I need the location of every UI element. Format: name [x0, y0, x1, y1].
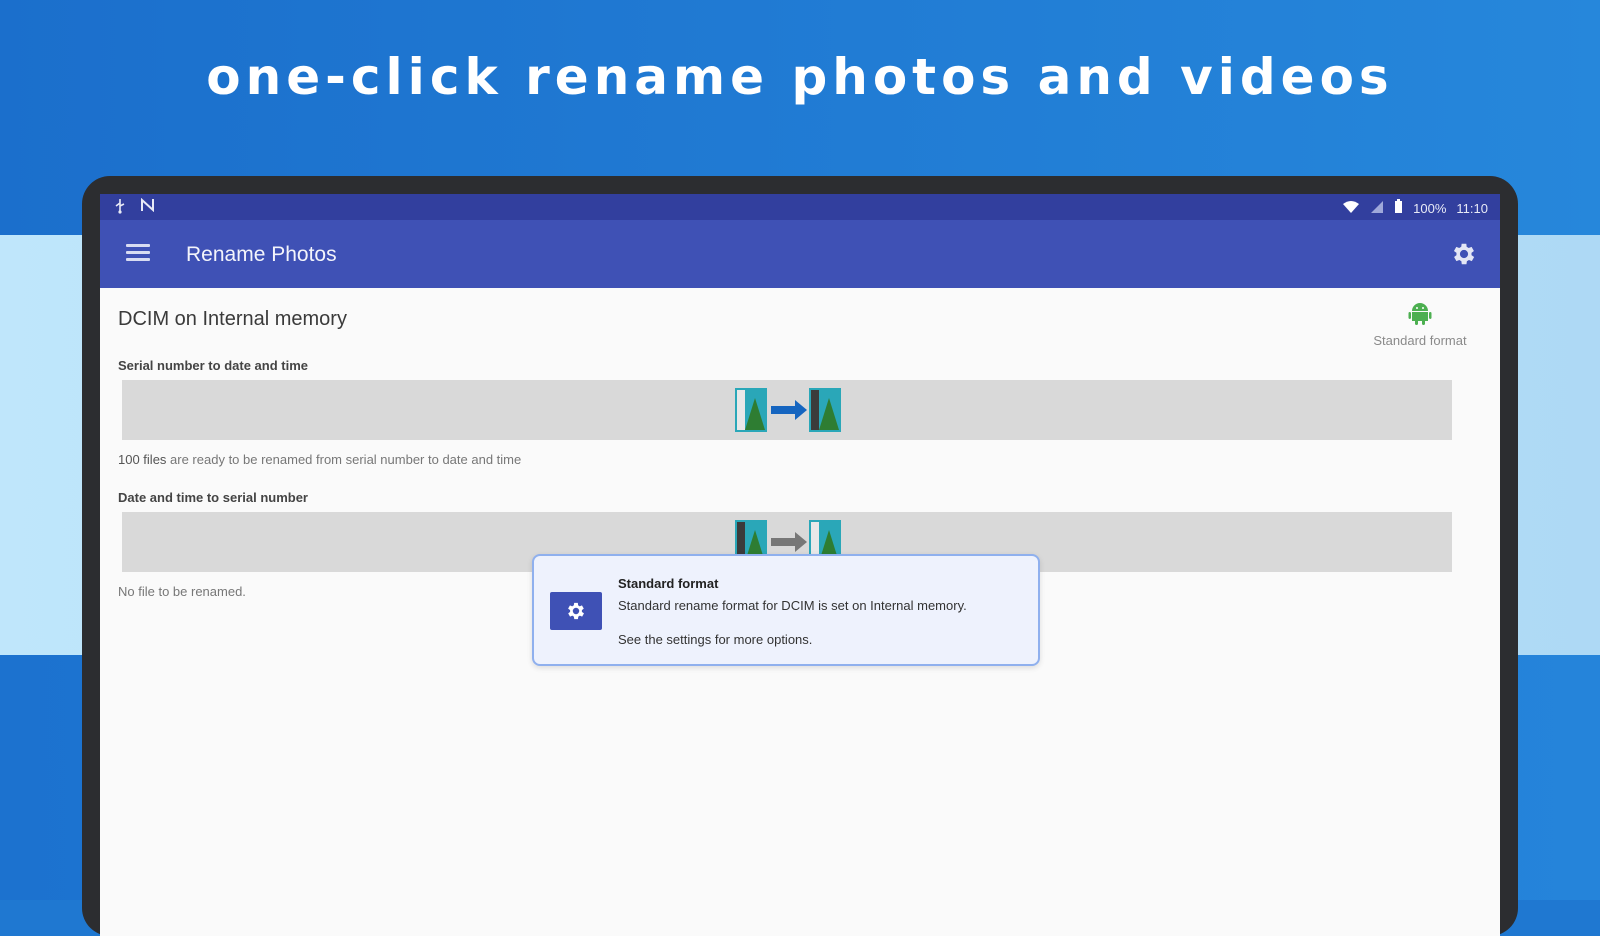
dialog-settings-button[interactable]: [550, 592, 602, 630]
section-label-serial-to-date: Serial number to date and time: [118, 358, 308, 373]
format-badge-label: Standard format: [1373, 333, 1467, 348]
rename-serial-to-date-button[interactable]: [122, 380, 1452, 440]
main-content: DCIM on Internal memory Standard format …: [100, 288, 1500, 936]
android-icon: [1408, 303, 1432, 325]
status-file-count: 100 files: [118, 452, 167, 467]
battery-percent: 100%: [1413, 200, 1447, 216]
status-serial-to-date: 100 files are ready to be renamed from s…: [118, 452, 521, 467]
promo-headline: one-click rename photos and videos: [206, 48, 1394, 106]
status-date-to-serial: No file to be renamed.: [118, 584, 246, 599]
menu-icon: [126, 244, 150, 247]
wifi-icon: [1342, 200, 1360, 217]
tablet-screen: 100% 11:10 Rename Photos DCIM on Interna…: [100, 194, 1500, 936]
section-label-date-to-serial: Date and time to serial number: [118, 490, 308, 505]
usb-icon: [114, 198, 126, 217]
settings-button[interactable]: [1450, 240, 1478, 268]
gear-icon: [1453, 243, 1475, 265]
dialog-hint: See the settings for more options.: [618, 632, 813, 647]
storage-title: DCIM on Internal memory: [118, 308, 347, 330]
dialog-message: Standard rename format for DCIM is set o…: [618, 598, 967, 613]
signal-icon: [1370, 200, 1384, 217]
standard-format-dialog: Standard format Standard rename format f…: [532, 554, 1040, 666]
battery-icon: [1394, 199, 1403, 217]
app-bar: Rename Photos: [100, 220, 1500, 288]
gear-icon: [568, 602, 584, 620]
format-badge[interactable]: Standard format: [1360, 300, 1480, 348]
tablet-frame: 100% 11:10 Rename Photos DCIM on Interna…: [82, 176, 1518, 936]
app-title: Rename Photos: [186, 243, 337, 266]
nfc-icon: [140, 197, 156, 217]
menu-button[interactable]: [126, 244, 150, 264]
rename-forward-icon: [735, 388, 841, 432]
dialog-title: Standard format: [618, 576, 719, 591]
status-bar: 100% 11:10: [100, 194, 1500, 220]
status-message: are ready to be renamed from serial numb…: [166, 452, 522, 467]
clock: 11:10: [1456, 200, 1488, 216]
